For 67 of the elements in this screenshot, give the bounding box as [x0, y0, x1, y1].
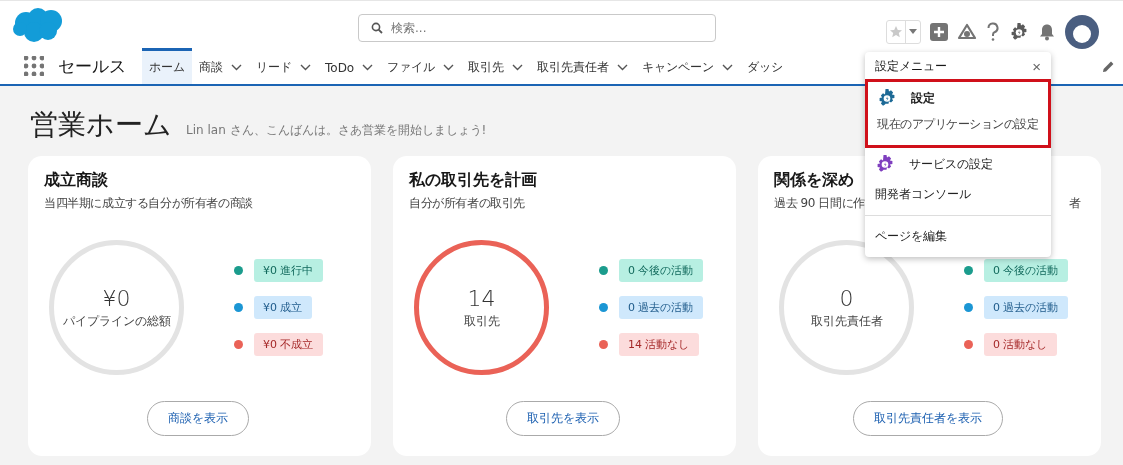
chevron-icon[interactable]: [722, 64, 734, 71]
legend-label: ¥0 進行中: [254, 259, 323, 282]
chevron-icon[interactable]: [443, 64, 455, 71]
chevron-icon[interactable]: [617, 64, 629, 71]
caret-icon: [909, 29, 917, 35]
legend-label: ¥0 不成立: [254, 333, 323, 356]
avatar[interactable]: [1065, 15, 1099, 49]
legend-label: 14 活動なし: [619, 333, 699, 356]
menu-item[interactable]: ページを編集: [865, 222, 1051, 251]
menu-item[interactable]: サービスの設定: [865, 148, 1051, 180]
legend-label: ¥0 成立: [254, 296, 312, 319]
card-title: 私の取引先を計画: [409, 170, 537, 191]
gear-icon: [875, 154, 895, 174]
greeting: Lin lan さん、こんばんは。さあ営業を開始しましょう!: [186, 122, 487, 139]
card-subtitle: 過去 90 日間に作: [774, 195, 865, 212]
chevron-icon[interactable]: [362, 64, 374, 71]
help-icon[interactable]: [986, 22, 1000, 42]
page-title: 営業ホーム: [30, 107, 172, 143]
ring-label: パイプラインの総額: [62, 312, 171, 330]
nav-tab[interactable]: 取引先: [461, 48, 531, 84]
nav-tab[interactable]: リード: [249, 48, 318, 84]
nav-tab[interactable]: ファイル: [380, 48, 462, 84]
settings-icon: [1009, 22, 1029, 42]
legend-label: 0 過去の活動: [984, 296, 1068, 319]
legend-label: 0 過去の活動: [619, 296, 703, 319]
ring-value: 14: [467, 285, 496, 311]
bell-icon[interactable]: [1038, 23, 1056, 41]
chevron-icon[interactable]: [512, 64, 524, 71]
card-subtitle: 自分が所有者の取引先: [409, 195, 525, 212]
menu-item[interactable]: 開発者コンソール: [865, 180, 1051, 209]
card-subtitle: 者: [1069, 195, 1081, 212]
chevron-icon[interactable]: [300, 64, 311, 71]
favorites-button[interactable]: [886, 20, 921, 44]
view-button[interactable]: 取引先を表示: [505, 401, 620, 436]
view-button[interactable]: 取引先責任者を表示: [852, 401, 1003, 436]
menu-item[interactable]: 設定 現在のアプリケーションの設定: [865, 79, 1051, 148]
menu-item-label: サービスの設定: [909, 155, 993, 173]
nav-tab[interactable]: 商談: [192, 48, 249, 84]
nav-tab[interactable]: ダッシ: [740, 48, 791, 84]
ring-value: 0: [839, 285, 854, 311]
search-icon: [371, 22, 383, 34]
gear-icon: [877, 88, 897, 108]
legend-label: 0 今後の活動: [619, 259, 703, 282]
chevron-icon[interactable]: [231, 64, 242, 71]
close-button[interactable]: ×: [1032, 59, 1041, 74]
legend-label: 0 今後の活動: [984, 259, 1068, 282]
card-title: 関係を深め: [774, 170, 854, 191]
pencil-icon[interactable]: [1102, 59, 1115, 73]
nav-tab[interactable]: 取引先責任者: [530, 48, 636, 84]
app-name: セールス: [58, 54, 126, 78]
card-title: 成立商談: [44, 170, 108, 191]
nav-tab[interactable]: ToDo: [318, 48, 381, 84]
view-button[interactable]: 商談を表示: [146, 401, 249, 436]
nav-tab[interactable]: ホーム: [142, 48, 192, 84]
add-icon[interactable]: [930, 23, 948, 41]
nav-tab[interactable]: キャンペーン: [635, 48, 741, 84]
app-launcher-icon[interactable]: [24, 56, 44, 76]
menu-item-description: 現在のアプリケーションの設定: [877, 116, 1038, 133]
card-subtitle: 当四半期に成立する自分が所有者の商談: [44, 195, 253, 212]
ring-label: 取引先: [463, 312, 500, 330]
ring-value: ¥0: [102, 285, 131, 311]
ring-label: 取引先責任者: [810, 312, 883, 330]
legend-label: 0 活動なし: [984, 333, 1057, 356]
menu-title: 設定メニュー: [875, 59, 947, 74]
star-icon: [889, 25, 903, 39]
search-field[interactable]: 検索...: [358, 14, 716, 42]
menu-item-label: 設定: [911, 89, 935, 107]
